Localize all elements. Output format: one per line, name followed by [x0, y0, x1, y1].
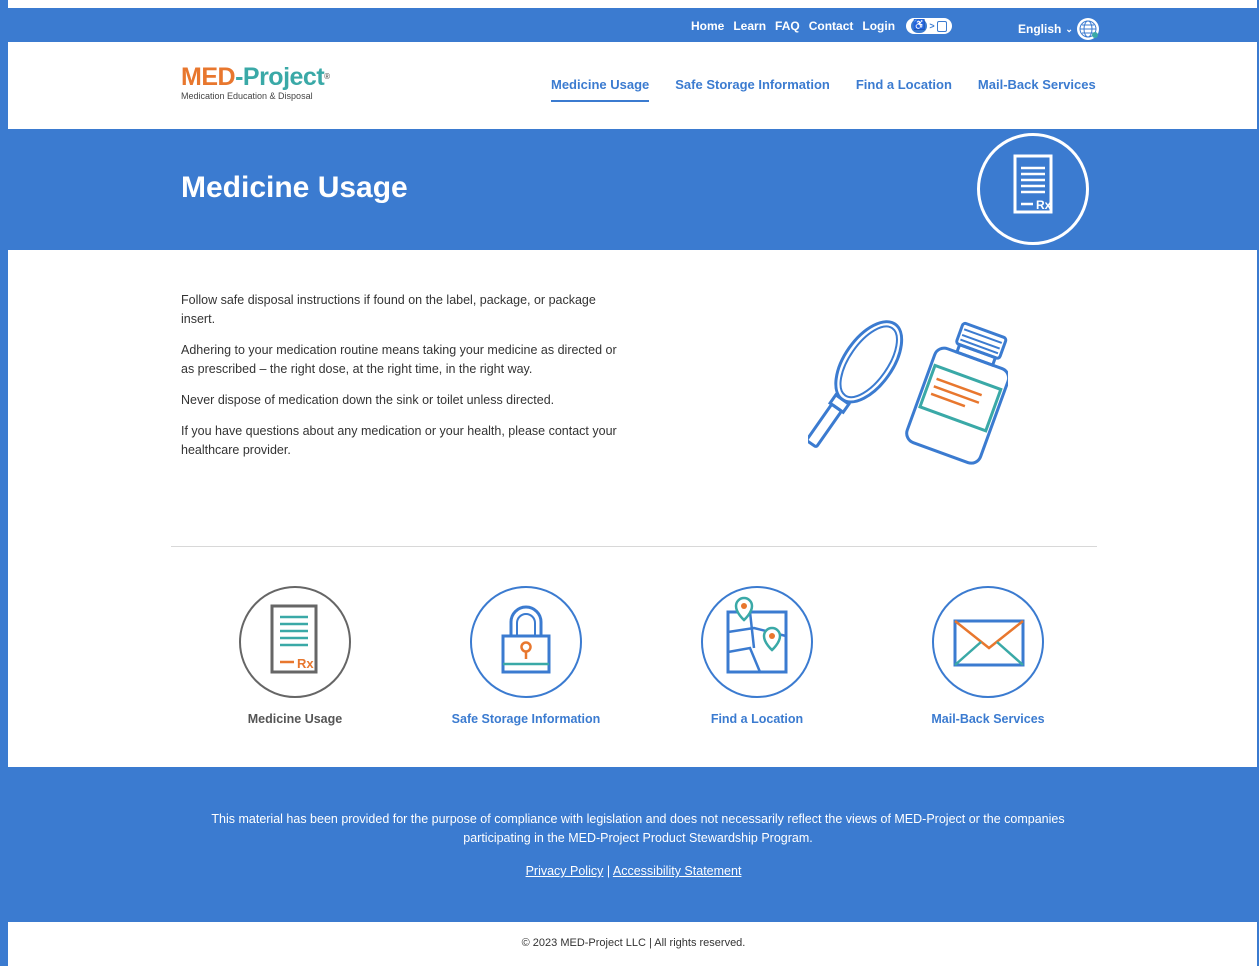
section-divider — [171, 546, 1097, 547]
svg-text:Rx: Rx — [1036, 198, 1052, 212]
utility-bar: Home Learn FAQ Contact Login ♿ > English… — [8, 8, 1257, 42]
prescription-document-icon: Rx — [977, 133, 1089, 245]
contact-link[interactable]: Contact — [809, 19, 854, 33]
page-frame: Home Learn FAQ Contact Login ♿ > English… — [0, 0, 1259, 966]
nav-safe-storage[interactable]: Safe Storage Information — [675, 77, 830, 102]
content-text: Follow safe disposal instructions if fou… — [181, 291, 631, 472]
wheelchair-icon: ♿ — [911, 19, 928, 33]
card-safe-storage[interactable]: Safe Storage Information — [426, 586, 626, 726]
faq-link[interactable]: FAQ — [775, 19, 800, 33]
card-find-location[interactable]: Find a Location — [657, 586, 857, 726]
learn-link[interactable]: Learn — [733, 19, 766, 33]
login-link[interactable]: Login — [862, 19, 895, 33]
logo-trademark: ® — [324, 72, 330, 81]
language-label: English — [1018, 22, 1062, 36]
padlock-icon — [470, 586, 582, 698]
prescription-document-icon: Rx — [239, 586, 351, 698]
logo-tagline: Medication Education & Disposal — [181, 91, 313, 101]
screen-reader-icon — [936, 20, 947, 32]
paragraph: Never dispose of medication down the sin… — [181, 393, 555, 407]
magnifier-and-pill-bottle-icon — [805, 310, 1011, 480]
globe-icon — [1076, 18, 1099, 40]
privacy-policy-link[interactable]: Privacy Policy — [526, 864, 604, 878]
site-footer: This material has been provided for the … — [8, 767, 1257, 922]
nav-find-location[interactable]: Find a Location — [856, 77, 952, 102]
utility-links: Home Learn FAQ Contact Login — [691, 19, 895, 33]
arrow-right-icon: > — [929, 21, 935, 31]
card-label: Mail-Back Services — [931, 712, 1045, 726]
paragraph: Follow safe disposal instructions if fou… — [181, 293, 596, 326]
nav-medicine-usage[interactable]: Medicine Usage — [551, 77, 650, 102]
footer-disclaimer: This material has been provided for the … — [211, 812, 1065, 845]
home-link[interactable]: Home — [691, 19, 724, 33]
copyright: © 2023 MED-Project LLC | All rights rese… — [521, 937, 746, 949]
paragraph: If you have questions about any medicati… — [181, 424, 617, 457]
envelope-icon — [932, 586, 1044, 698]
card-label: Safe Storage Information — [451, 712, 601, 726]
main-nav: Medicine Usage Safe Storage Information … — [551, 77, 1096, 102]
logo-project: -Project — [235, 63, 325, 91]
site-header: MED-Project® Medication Education & Disp… — [8, 42, 1257, 129]
nav-mail-back[interactable]: Mail-Back Services — [978, 77, 1096, 102]
card-label: Find a Location — [710, 712, 804, 726]
svg-text:Rx: Rx — [297, 656, 314, 671]
accessibility-toggle[interactable]: ♿ > — [906, 18, 952, 34]
card-medicine-usage[interactable]: Rx Medicine Usage — [195, 586, 395, 726]
paragraph: Adhering to your medication routine mean… — [181, 343, 617, 376]
footer-links: Privacy Policy | Accessibility Statement — [8, 864, 1257, 878]
service-cards: Rx Medicine Usage Safe Storage Informati… — [8, 586, 1257, 736]
language-selector[interactable]: English ⌄ — [1018, 18, 1099, 40]
logo-title: MED-Project® — [181, 64, 330, 90]
logo-med: MED — [181, 63, 236, 91]
footer-separator: | — [606, 864, 611, 878]
chevron-down-icon: ⌄ — [1065, 23, 1073, 34]
logo[interactable]: MED-Project® Medication Education & Disp… — [181, 64, 330, 101]
page-title: Medicine Usage — [181, 171, 408, 204]
card-mail-back[interactable]: Mail-Back Services — [888, 586, 1088, 726]
hero-banner: Medicine Usage Rx — [8, 129, 1257, 250]
accessibility-statement-link[interactable]: Accessibility Statement — [613, 864, 742, 878]
map-pins-icon — [701, 586, 813, 698]
card-label: Medicine Usage — [247, 712, 343, 726]
